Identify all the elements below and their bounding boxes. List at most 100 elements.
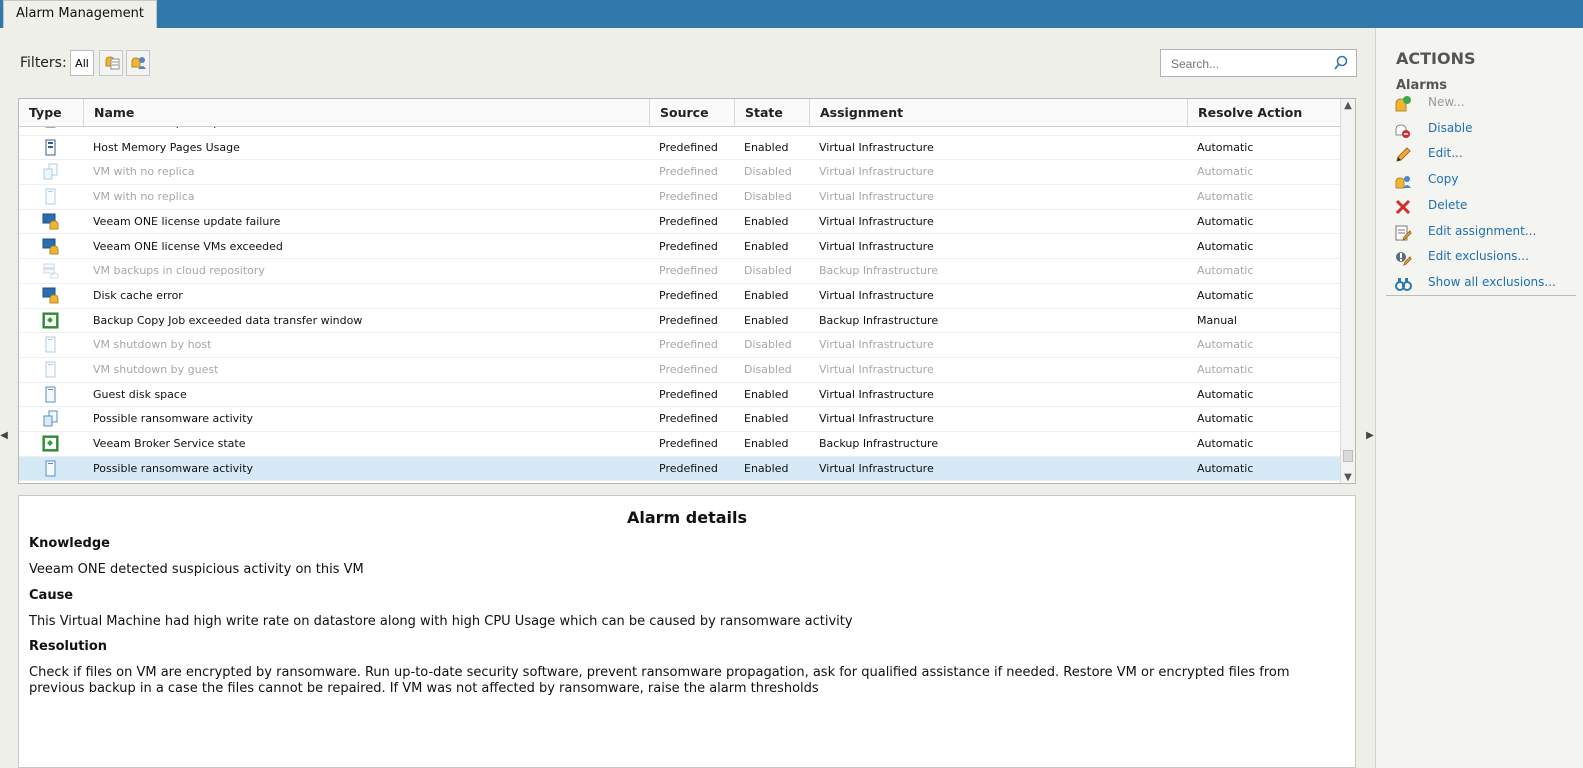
table-row[interactable]: Veeam ONE license update failure Predefin… <box>19 210 1341 235</box>
cloud-repository-icon <box>42 262 59 279</box>
row-state: Disabled <box>744 363 792 376</box>
table-row[interactable]: VM with no replica Predefined Disabled Virt… <box>19 160 1341 186</box>
action-edit[interactable]: Edit... <box>1394 144 1574 166</box>
table-row[interactable]: Disk cache error Predefined Enabled Virtual… <box>19 284 1341 309</box>
backup-job-icon <box>42 435 59 452</box>
row-assignment: Backup Infrastructure <box>819 437 939 451</box>
action-edit-exclusions[interactable]: Edit exclusions... <box>1394 247 1574 269</box>
row-assignment: Virtual Infrastructure <box>819 214 934 228</box>
action-label: Copy <box>1428 172 1459 187</box>
action-new[interactable]: New... <box>1394 93 1574 115</box>
row-name: Guest disk space <box>93 387 187 401</box>
column-resolve-action[interactable]: Resolve Action <box>1188 99 1341 127</box>
row-name: Host Memory Pages Usage <box>93 140 240 154</box>
filter-all-button[interactable]: All <box>70 50 94 76</box>
table-row[interactable]: Veeam Broker Service state Predefined Enab… <box>19 432 1341 457</box>
top-bar: Alarm Management <box>0 0 1583 28</box>
row-assignment: Virtual Infrastructure <box>819 127 934 135</box>
table-body: Host CPU time per dispatch Predefined En… <box>19 127 1341 483</box>
tab-alarm-management[interactable]: Alarm Management <box>3 0 158 28</box>
row-resolve-action: Automatic <box>1197 363 1254 376</box>
row-state: Disabled <box>744 264 792 278</box>
action-label: Edit exclusions... <box>1428 249 1529 264</box>
license-alarm-icon <box>42 238 59 255</box>
action-label: Delete <box>1428 197 1468 212</box>
row-name: Backup Copy Job exceeded data transfer w… <box>93 313 363 327</box>
row-state: Enabled <box>744 387 789 401</box>
row-assignment: Virtual Infrastructure <box>819 140 934 154</box>
row-source: Predefined <box>659 313 718 327</box>
column-source[interactable]: Source <box>650 99 735 127</box>
row-assignment: Backup Infrastructure <box>819 264 939 278</box>
row-name: VM backups in cloud repository <box>93 264 265 278</box>
alarms-table: Type Name Source State Assignment Resolv… <box>18 98 1356 484</box>
resolution-text-line2: previous backup in a case the files cann… <box>29 681 819 696</box>
filter-user-alarms-icon[interactable] <box>126 50 150 76</box>
search-input[interactable] <box>1169 55 1333 73</box>
scroll-down-icon[interactable]: ▼ <box>1343 473 1353 483</box>
row-state: Enabled <box>744 412 789 426</box>
action-label: Show all exclusions... <box>1428 274 1556 289</box>
column-assignment[interactable]: Assignment <box>810 99 1188 127</box>
cause-text: This Virtual Machine had high write rate… <box>29 614 853 629</box>
action-edit-assignment[interactable]: Edit assignment... <box>1394 222 1574 244</box>
row-name: Host CPU time per dispatch <box>93 127 244 135</box>
row-name: VM shutdown by host <box>93 338 212 352</box>
row-name: Veeam Broker Service state <box>93 437 246 451</box>
column-name[interactable]: Name <box>84 99 650 127</box>
show-exclusions-icon <box>1394 275 1412 293</box>
row-source: Predefined <box>659 363 718 376</box>
row-state: Enabled <box>744 313 789 327</box>
action-copy[interactable]: Copy <box>1394 170 1574 192</box>
row-name: Possible ransomware activity <box>93 461 254 475</box>
row-assignment: Virtual Infrastructure <box>819 190 934 204</box>
action-delete[interactable]: Delete <box>1394 196 1574 218</box>
action-label: Disable <box>1428 120 1473 135</box>
backup-job-icon <box>42 312 59 329</box>
table-row[interactable]: VM backups in cloud repository Predefined… <box>19 259 1341 284</box>
table-row-partial[interactable]: Host CPU time per dispatch Predefined En… <box>19 127 1341 136</box>
table-row[interactable]: Possible ransomware activity Predefined En… <box>19 407 1341 433</box>
table-row[interactable]: Veeam ONE license VMs exceeded Predefined… <box>19 235 1341 260</box>
row-state: Enabled <box>744 214 789 228</box>
table-row[interactable]: VM with no replica Predefined Disabled Virt… <box>19 185 1341 210</box>
vm-replica-icon <box>42 163 59 180</box>
alarm-details-panel: Alarm details Knowledge Veeam ONE detect… <box>18 495 1356 768</box>
table-row[interactable]: Possible ransomware activity Predefined En… <box>19 456 1341 482</box>
action-disable[interactable]: Disable <box>1394 119 1574 141</box>
row-state: Enabled <box>744 288 789 302</box>
row-resolve-action: Automatic <box>1197 239 1254 253</box>
row-resolve-action: Automatic <box>1197 288 1254 302</box>
table-row[interactable]: VM shutdown by host Predefined Disabled Vir… <box>19 333 1341 358</box>
knowledge-label: Knowledge <box>29 536 110 551</box>
search-icon[interactable] <box>1333 55 1349 71</box>
row-assignment: Virtual Infrastructure <box>819 165 934 179</box>
scroll-up-icon[interactable]: ▲ <box>1343 101 1353 111</box>
details-title: Alarm details <box>626 508 748 527</box>
actions-divider <box>1386 295 1576 296</box>
table-row[interactable]: Host Memory Pages Usage Predefined Enabled… <box>19 136 1341 161</box>
collapse-right-icon[interactable]: ▶ <box>1366 425 1374 447</box>
license-alarm-icon <box>42 213 59 230</box>
row-source: Predefined <box>659 214 718 228</box>
action-show-all-exclusions[interactable]: Show all exclusions... <box>1394 273 1574 295</box>
row-resolve-action: Automatic <box>1197 387 1254 401</box>
row-source: Predefined <box>659 288 718 302</box>
column-state[interactable]: State <box>735 99 810 127</box>
vm-icon <box>42 336 59 353</box>
table-row[interactable]: Backup Copy Job exceeded data transfer w… <box>19 309 1341 334</box>
cause-label: Cause <box>29 588 74 603</box>
column-type[interactable]: Type <box>19 99 84 127</box>
filter-alarms-icon[interactable] <box>99 50 123 76</box>
table-scrollbar[interactable]: ▲ ▼ <box>1340 99 1355 483</box>
vm-icon <box>42 386 59 403</box>
new-alarm-icon <box>1394 95 1412 113</box>
table-row[interactable]: VM shutdown by guest Predefined Disabled Vi… <box>19 358 1341 383</box>
collapse-left-icon[interactable]: ◀ <box>0 425 8 447</box>
table-row[interactable]: Guest disk space Predefined Enabled Virtual… <box>19 383 1341 408</box>
row-state: Enabled <box>744 461 789 475</box>
row-state: Enabled <box>744 239 789 253</box>
row-state: Disabled <box>744 338 792 352</box>
scroll-thumb[interactable] <box>1343 450 1353 462</box>
copy-icon <box>1394 172 1412 190</box>
